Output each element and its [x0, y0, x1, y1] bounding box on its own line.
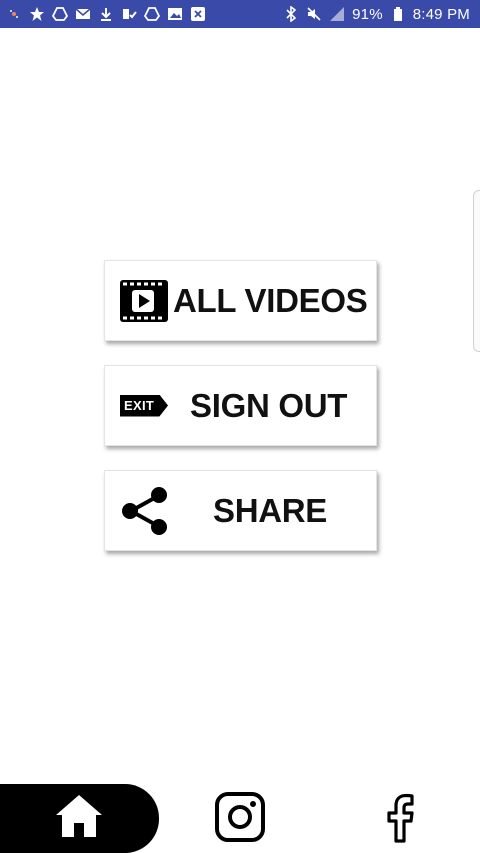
sign-out-label: SIGN OUT: [190, 386, 348, 424]
mute-icon: [306, 6, 322, 22]
battery-icon: [390, 6, 406, 22]
nav-home-tab[interactable]: [0, 784, 159, 853]
star-icon: [29, 6, 45, 22]
notification-dot-icon: [6, 6, 22, 22]
status-bar: 91% 8:49 PM: [0, 0, 480, 28]
gmail-icon: [75, 6, 91, 22]
edge-panel-handle[interactable]: [473, 190, 480, 352]
bottom-nav: [0, 784, 480, 853]
share-icon: [120, 486, 170, 536]
signal-icon: [329, 6, 345, 22]
main-menu: ALL VIDEOS EXIT SIGN OUT SHARE: [104, 260, 377, 575]
drive-icon: [144, 6, 160, 22]
bluetooth-icon: [283, 6, 299, 22]
clock: 8:49 PM: [412, 5, 470, 23]
share-button[interactable]: SHARE: [104, 470, 377, 551]
checklist-icon: [121, 6, 137, 22]
share-label: SHARE: [213, 491, 328, 529]
status-bar-notifications: [6, 6, 206, 22]
all-videos-button[interactable]: ALL VIDEOS: [104, 260, 377, 341]
battery-percent: 91%: [352, 5, 383, 23]
facebook-icon: [384, 791, 416, 848]
nav-instagram-tab[interactable]: [212, 792, 267, 847]
sign-out-button[interactable]: EXIT SIGN OUT: [104, 365, 377, 446]
image-icon: [167, 6, 183, 22]
download-icon: [98, 6, 114, 22]
all-videos-label: ALL VIDEOS: [173, 281, 368, 319]
close-box-icon: [190, 6, 206, 22]
exit-icon: EXIT: [120, 394, 168, 417]
exit-icon-text: EXIT: [120, 394, 168, 417]
video-play-icon: [120, 279, 168, 322]
status-bar-system: 91% 8:49 PM: [283, 6, 470, 23]
home-icon: [54, 793, 104, 844]
instagram-icon: [214, 792, 265, 847]
drive-icon: [52, 6, 68, 22]
nav-facebook-tab[interactable]: [372, 792, 427, 847]
